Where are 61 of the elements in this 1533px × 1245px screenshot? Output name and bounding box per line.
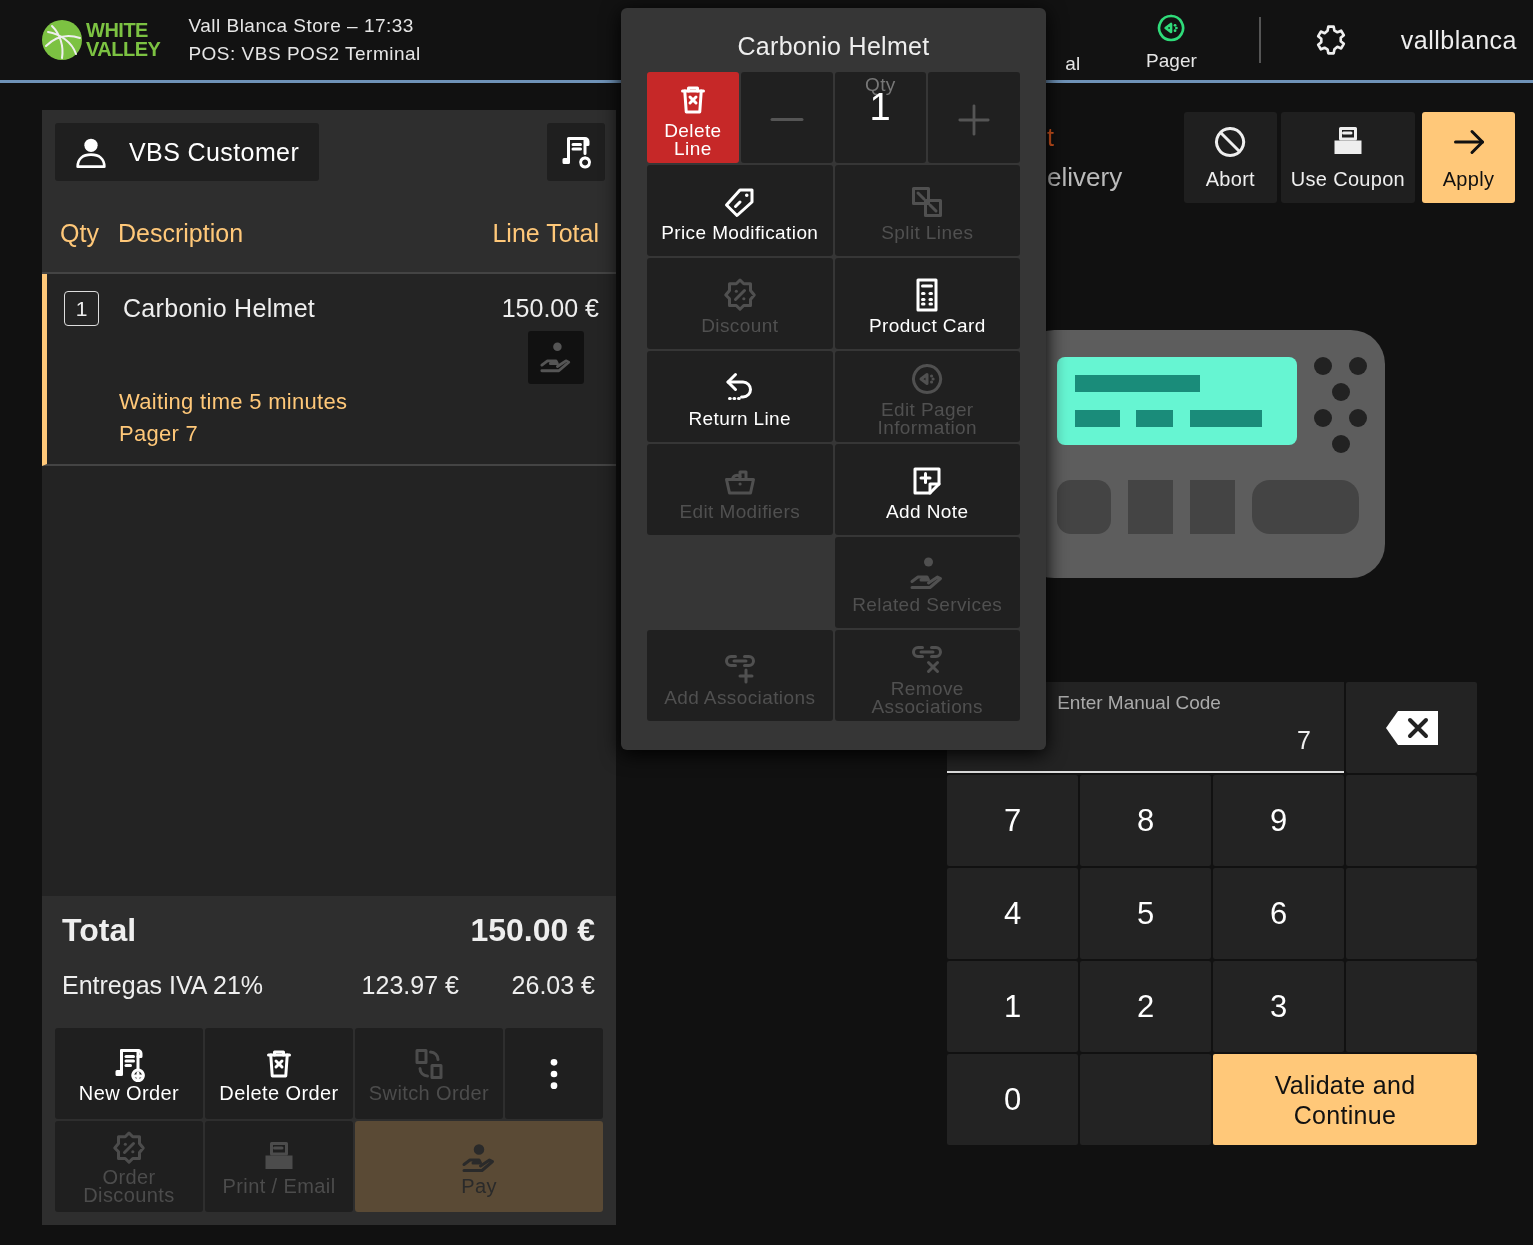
customer-button[interactable]: VBS Customer bbox=[55, 123, 320, 181]
column-header: Qty bbox=[60, 219, 100, 248]
user-name: vallblanca bbox=[1400, 25, 1517, 55]
panel-title: t bbox=[1047, 122, 1055, 152]
keypad-key[interactable]: 7 bbox=[947, 775, 1078, 866]
nav-label: Pager bbox=[1146, 50, 1197, 72]
terminal-name: POS: VBS POS2 Terminal bbox=[188, 42, 421, 66]
line-action-button[interactable]: Product Card bbox=[834, 258, 1020, 349]
keypad-key[interactable]: 4 bbox=[947, 868, 1078, 959]
keypad-key[interactable]: 3 bbox=[1213, 961, 1344, 1052]
keypad-key[interactable]: 0 bbox=[947, 1054, 1078, 1145]
keypad-key[interactable]: 8 bbox=[1080, 775, 1211, 866]
total-label: Total bbox=[62, 912, 137, 949]
action-button[interactable]: Delete Order bbox=[205, 1028, 353, 1119]
decrease-button[interactable] bbox=[740, 72, 833, 163]
tax-base: 123.97 € bbox=[361, 971, 460, 1000]
more-icon bbox=[550, 1058, 558, 1089]
total-amount: 150.00 € bbox=[470, 912, 595, 949]
backspace-icon bbox=[1385, 710, 1438, 745]
nav-item[interactable]: al bbox=[1065, 53, 1081, 75]
tax-name: Entregas IVA 21% bbox=[62, 971, 265, 1000]
percent-badge-icon bbox=[111, 1129, 147, 1166]
keypad-key[interactable]: 2 bbox=[1080, 961, 1211, 1052]
line-action-button[interactable]: Price Modification bbox=[647, 165, 833, 256]
keypad-key[interactable]: 5 bbox=[1080, 868, 1211, 959]
line-total: 150.00 € bbox=[501, 294, 599, 323]
quantity-field[interactable]: Qty 1 bbox=[834, 72, 927, 163]
product-name: Carbonio Helmet bbox=[123, 294, 317, 323]
delete-line-button[interactable]: Delete Line bbox=[647, 72, 739, 163]
column-header: Line Total bbox=[492, 219, 599, 248]
store-name: Vall Blanca Store – 17:33 bbox=[188, 14, 415, 38]
increase-button[interactable] bbox=[928, 72, 1020, 163]
ball-icon bbox=[42, 20, 82, 60]
settings-icon[interactable] bbox=[1314, 24, 1347, 56]
tax-amount: 26.03 € bbox=[511, 971, 595, 1000]
toolbar-button[interactable]: Abort bbox=[1183, 112, 1277, 203]
panel-subtitle: elivery bbox=[1047, 162, 1124, 193]
toolbar-button[interactable]: Use Coupon bbox=[1280, 112, 1415, 203]
keypad-key[interactable]: 9 bbox=[1213, 775, 1344, 866]
dialog-title: Carbonio Helmet bbox=[736, 31, 931, 62]
percent-badge-icon bbox=[721, 276, 758, 313]
person-icon bbox=[75, 136, 107, 168]
hand-gear-icon bbox=[539, 340, 573, 375]
line-action-button[interactable]: Return Line bbox=[647, 351, 833, 442]
validate-button[interactable]: Validate and Continue bbox=[1213, 1054, 1477, 1145]
line-action-button[interactable]: Add Note bbox=[834, 444, 1020, 535]
plus-icon bbox=[957, 102, 992, 137]
related-services-button[interactable] bbox=[528, 331, 584, 384]
backspace-button[interactable] bbox=[1346, 682, 1477, 773]
line-note: Waiting time 5 minutes bbox=[119, 388, 349, 416]
minus-icon bbox=[769, 118, 804, 121]
line-note: Pager 7 bbox=[119, 420, 200, 448]
keypad-key[interactable]: 6 bbox=[1213, 868, 1344, 959]
keypad-key[interactable]: 1 bbox=[947, 961, 1078, 1052]
action-button[interactable]: New Order bbox=[55, 1028, 203, 1119]
logo-text: WHITE VALLEY bbox=[86, 21, 161, 59]
quantity-badge: 1 bbox=[64, 291, 99, 326]
toolbar-button[interactable]: Apply bbox=[1422, 112, 1515, 203]
nav-item[interactable]: Pager bbox=[1146, 12, 1197, 72]
column-header: Description bbox=[118, 219, 245, 248]
order-settings-button[interactable] bbox=[547, 123, 605, 181]
